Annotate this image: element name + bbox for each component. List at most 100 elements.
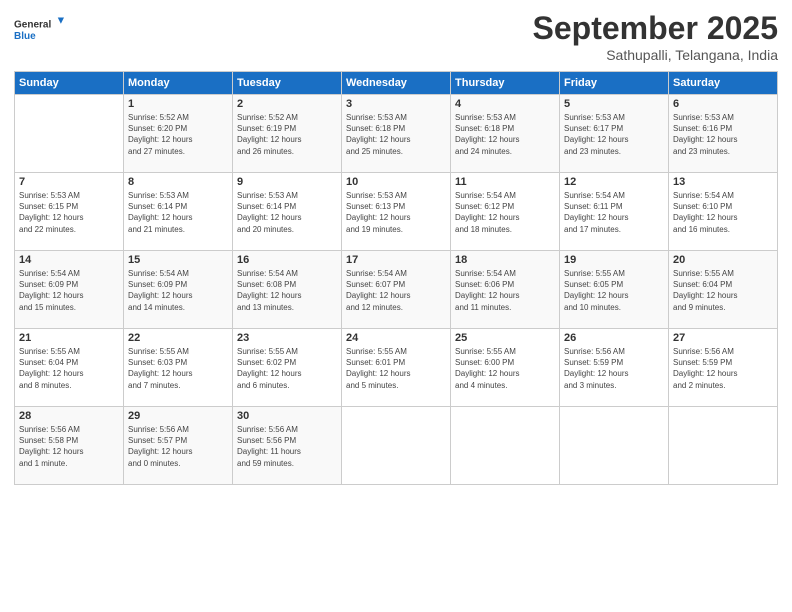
day-info: Sunrise: 5:55 AM Sunset: 6:02 PM Dayligh… <box>237 346 337 391</box>
calendar-day-cell: 28Sunrise: 5:56 AM Sunset: 5:58 PM Dayli… <box>15 407 124 485</box>
title-block: September 2025 Sathupalli, Telangana, In… <box>533 10 778 63</box>
calendar-day-cell: 27 Sunrise: 5:56 AM Sunset: 5:59 PM Dayli… <box>669 329 778 407</box>
day-info: Sunrise: 5:53 AM Sunset: 6:17 PM Dayligh… <box>564 112 664 157</box>
calendar-day-cell: 24 Sunrise: 5:55 AM Sunset: 6:01 PM Dayli… <box>342 329 451 407</box>
weekday-header: Friday <box>560 72 669 95</box>
day-number: 12 <box>564 176 664 188</box>
weekday-header: Sunday <box>15 72 124 95</box>
calendar-day-cell: 18 Sunrise: 5:54 AM Sunset: 6:06 PM Dayli… <box>451 251 560 329</box>
day-info: Sunrise: 5:53 AM Sunset: 6:18 PM Dayligh… <box>455 112 555 157</box>
day-info: Sunrise: 5:55 AM Sunset: 6:00 PM Dayligh… <box>455 346 555 391</box>
day-number: 19 <box>564 254 664 266</box>
day-number: 15 <box>128 254 228 266</box>
calendar-day-cell <box>451 407 560 485</box>
day-number: 5 <box>564 98 664 110</box>
day-number: 23 <box>237 332 337 344</box>
calendar-day-cell <box>560 407 669 485</box>
day-number: 3 <box>346 98 446 110</box>
day-number: 2 <box>237 98 337 110</box>
day-number: 9 <box>237 176 337 188</box>
calendar-week-row: 14 Sunrise: 5:54 AM Sunset: 6:09 PM Dayli… <box>15 251 778 329</box>
header: General Blue September 2025 Sathupalli, … <box>14 10 778 63</box>
calendar-day-cell: 19 Sunrise: 5:55 AM Sunset: 6:05 PM Dayli… <box>560 251 669 329</box>
svg-text:Blue: Blue <box>14 31 36 42</box>
calendar-header-row: SundayMondayTuesdayWednesdayThursdayFrid… <box>15 72 778 95</box>
calendar-day-cell: 22 Sunrise: 5:55 AM Sunset: 6:03 PM Dayli… <box>124 329 233 407</box>
day-number: 21 <box>19 332 119 344</box>
day-number: 6 <box>673 98 773 110</box>
calendar-day-cell: 12Sunrise: 5:54 AM Sunset: 6:11 PM Dayli… <box>560 173 669 251</box>
day-info: Sunrise: 5:56 AM Sunset: 5:59 PM Dayligh… <box>673 346 773 391</box>
calendar-day-cell <box>15 95 124 173</box>
day-number: 25 <box>455 332 555 344</box>
calendar-day-cell <box>342 407 451 485</box>
day-info: Sunrise: 5:53 AM Sunset: 6:18 PM Dayligh… <box>346 112 446 157</box>
day-info: Sunrise: 5:55 AM Sunset: 6:03 PM Dayligh… <box>128 346 228 391</box>
svg-text:General: General <box>14 20 51 31</box>
calendar-day-cell: 16Sunrise: 5:54 AM Sunset: 6:08 PM Dayli… <box>233 251 342 329</box>
calendar-day-cell <box>669 407 778 485</box>
calendar-day-cell: 30Sunrise: 5:56 AM Sunset: 5:56 PM Dayli… <box>233 407 342 485</box>
day-info: Sunrise: 5:53 AM Sunset: 6:14 PM Dayligh… <box>237 190 337 235</box>
day-info: Sunrise: 5:56 AM Sunset: 5:58 PM Dayligh… <box>19 424 119 469</box>
day-info: Sunrise: 5:56 AM Sunset: 5:57 PM Dayligh… <box>128 424 228 469</box>
day-number: 22 <box>128 332 228 344</box>
day-info: Sunrise: 5:53 AM Sunset: 6:16 PM Dayligh… <box>673 112 773 157</box>
calendar-day-cell: 9 Sunrise: 5:53 AM Sunset: 6:14 PM Daylig… <box>233 173 342 251</box>
weekday-header: Saturday <box>669 72 778 95</box>
day-number: 11 <box>455 176 555 188</box>
day-number: 13 <box>673 176 773 188</box>
calendar-week-row: 1Sunrise: 5:52 AM Sunset: 6:20 PM Daylig… <box>15 95 778 173</box>
calendar-day-cell: 2 Sunrise: 5:52 AM Sunset: 6:19 PM Daylig… <box>233 95 342 173</box>
day-number: 14 <box>19 254 119 266</box>
day-info: Sunrise: 5:54 AM Sunset: 6:12 PM Dayligh… <box>455 190 555 235</box>
day-info: Sunrise: 5:55 AM Sunset: 6:04 PM Dayligh… <box>673 268 773 313</box>
day-info: Sunrise: 5:54 AM Sunset: 6:06 PM Dayligh… <box>455 268 555 313</box>
day-number: 24 <box>346 332 446 344</box>
calendar-table: SundayMondayTuesdayWednesdayThursdayFrid… <box>14 71 778 485</box>
calendar-day-cell: 21Sunrise: 5:55 AM Sunset: 6:04 PM Dayli… <box>15 329 124 407</box>
calendar-day-cell: 3 Sunrise: 5:53 AM Sunset: 6:18 PM Daylig… <box>342 95 451 173</box>
month-title: September 2025 <box>533 10 778 47</box>
day-info: Sunrise: 5:53 AM Sunset: 6:13 PM Dayligh… <box>346 190 446 235</box>
calendar-day-cell: 6 Sunrise: 5:53 AM Sunset: 6:16 PM Daylig… <box>669 95 778 173</box>
day-info: Sunrise: 5:54 AM Sunset: 6:09 PM Dayligh… <box>19 268 119 313</box>
day-number: 18 <box>455 254 555 266</box>
day-number: 16 <box>237 254 337 266</box>
calendar-day-cell: 29 Sunrise: 5:56 AM Sunset: 5:57 PM Dayli… <box>124 407 233 485</box>
day-number: 20 <box>673 254 773 266</box>
calendar-week-row: 21Sunrise: 5:55 AM Sunset: 6:04 PM Dayli… <box>15 329 778 407</box>
calendar-day-cell: 10Sunrise: 5:53 AM Sunset: 6:13 PM Dayli… <box>342 173 451 251</box>
day-number: 27 <box>673 332 773 344</box>
calendar-week-row: 28Sunrise: 5:56 AM Sunset: 5:58 PM Dayli… <box>15 407 778 485</box>
calendar-day-cell: 4 Sunrise: 5:53 AM Sunset: 6:18 PM Daylig… <box>451 95 560 173</box>
calendar-day-cell: 23 Sunrise: 5:55 AM Sunset: 6:02 PM Dayli… <box>233 329 342 407</box>
calendar-week-row: 7Sunrise: 5:53 AM Sunset: 6:15 PM Daylig… <box>15 173 778 251</box>
location: Sathupalli, Telangana, India <box>533 47 778 63</box>
logo: General Blue <box>14 10 64 50</box>
day-info: Sunrise: 5:52 AM Sunset: 6:19 PM Dayligh… <box>237 112 337 157</box>
day-info: Sunrise: 5:54 AM Sunset: 6:09 PM Dayligh… <box>128 268 228 313</box>
day-info: Sunrise: 5:56 AM Sunset: 5:56 PM Dayligh… <box>237 424 337 469</box>
weekday-header: Monday <box>124 72 233 95</box>
calendar-day-cell: 8Sunrise: 5:53 AM Sunset: 6:14 PM Daylig… <box>124 173 233 251</box>
calendar-day-cell: 20 Sunrise: 5:55 AM Sunset: 6:04 PM Dayli… <box>669 251 778 329</box>
calendar-day-cell: 15 Sunrise: 5:54 AM Sunset: 6:09 PM Dayli… <box>124 251 233 329</box>
calendar-day-cell: 7Sunrise: 5:53 AM Sunset: 6:15 PM Daylig… <box>15 173 124 251</box>
calendar-day-cell: 13 Sunrise: 5:54 AM Sunset: 6:10 PM Dayli… <box>669 173 778 251</box>
calendar-day-cell: 25 Sunrise: 5:55 AM Sunset: 6:00 PM Dayli… <box>451 329 560 407</box>
calendar-day-cell: 5 Sunrise: 5:53 AM Sunset: 6:17 PM Daylig… <box>560 95 669 173</box>
day-info: Sunrise: 5:54 AM Sunset: 6:10 PM Dayligh… <box>673 190 773 235</box>
calendar-day-cell: 11 Sunrise: 5:54 AM Sunset: 6:12 PM Dayli… <box>451 173 560 251</box>
day-number: 29 <box>128 410 228 422</box>
calendar-day-cell: 17Sunrise: 5:54 AM Sunset: 6:07 PM Dayli… <box>342 251 451 329</box>
calendar-day-cell: 14 Sunrise: 5:54 AM Sunset: 6:09 PM Dayli… <box>15 251 124 329</box>
logo-svg: General Blue <box>14 10 64 50</box>
day-number: 4 <box>455 98 555 110</box>
weekday-header: Thursday <box>451 72 560 95</box>
day-info: Sunrise: 5:55 AM Sunset: 6:01 PM Dayligh… <box>346 346 446 391</box>
day-info: Sunrise: 5:55 AM Sunset: 6:05 PM Dayligh… <box>564 268 664 313</box>
day-number: 8 <box>128 176 228 188</box>
day-info: Sunrise: 5:54 AM Sunset: 6:07 PM Dayligh… <box>346 268 446 313</box>
day-info: Sunrise: 5:56 AM Sunset: 5:59 PM Dayligh… <box>564 346 664 391</box>
